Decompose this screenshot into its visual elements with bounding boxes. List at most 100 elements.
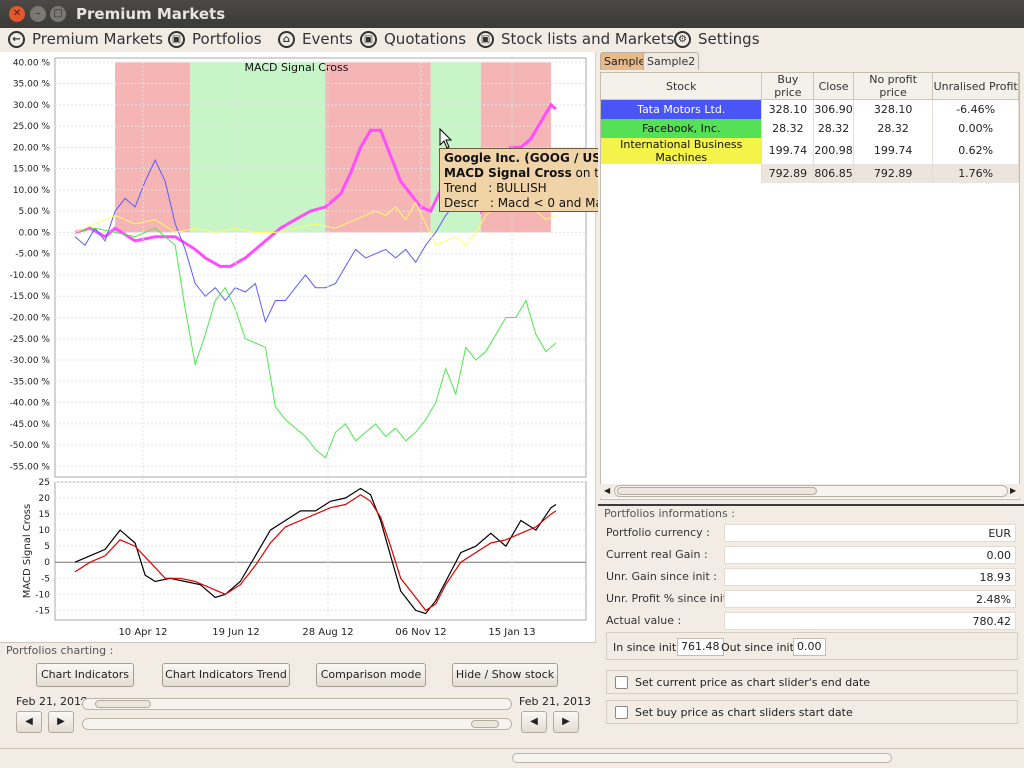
mouse-cursor-icon [439, 128, 453, 149]
comparison-mode-button[interactable]: Comparison mode ... [316, 663, 426, 703]
minimize-window-icon[interactable]: – [30, 6, 46, 22]
start-prev-button[interactable]: ◀ [16, 711, 42, 733]
y-tick-label: 35.00 % [13, 80, 51, 90]
start-date-slider[interactable] [82, 698, 512, 710]
settings-icon: ⚙ [674, 30, 691, 48]
close-window-icon[interactable]: ✕ [9, 6, 25, 22]
macd-y-tick-label: 10 [39, 526, 51, 536]
actual-value-label: Actual value : [606, 614, 682, 627]
currency-label: Portfolio currency : [606, 526, 710, 539]
col-close[interactable]: Close [813, 73, 854, 100]
table-row[interactable]: Facebook, Inc. 28.32 28.32 28.32 0.00% [601, 118, 1019, 138]
chart-indicators-button[interactable]: Chart Indicators ... [36, 663, 134, 703]
table-scroll-thumb[interactable] [617, 487, 817, 495]
maximize-window-icon[interactable]: □ [50, 6, 66, 22]
portfolio-info-panel: Portfolios informations : Portfolio curr… [598, 504, 1024, 748]
y-tick-label: -55.00 % [10, 462, 51, 472]
macd-y-tick-label: -5 [41, 574, 50, 584]
end-slider-thumb[interactable] [471, 720, 499, 728]
table-row[interactable]: 792.89 806.85 792.89 1.76% [601, 163, 1019, 183]
menu-portfolios[interactable]: ▣ Portfolios [168, 30, 262, 48]
stock-lists-icon: ▣ [477, 30, 494, 48]
tab-sample[interactable]: Sample [600, 52, 650, 70]
y-tick-label: -35.00 % [10, 377, 51, 387]
end-date-check-row[interactable]: Set current price as chart slider's end … [606, 670, 1018, 694]
menu-premium-markets[interactable]: ← Premium Markets [8, 30, 163, 48]
col-stock[interactable]: Stock [601, 73, 763, 100]
macd-y-tick-label: 15 [39, 510, 50, 520]
start-date-checkbox[interactable] [615, 706, 628, 719]
quotations-icon: ▣ [360, 30, 377, 48]
macd-y-axis-label: MACD Signal Cross [22, 504, 33, 598]
buy-price-cell: 328.10 [761, 99, 815, 119]
table-scroll-track[interactable] [614, 485, 1008, 497]
y-tick-label: -50.00 % [10, 441, 51, 451]
real-gain-label: Current real Gain : [606, 548, 708, 561]
chart-panel[interactable]: 40.00 % 35.00 % 30.00 % 25.00 % 20.00 % 15.00… [0, 52, 596, 642]
start-slider-thumb[interactable] [95, 700, 151, 708]
macd-y-tick-label: 0 [44, 558, 50, 568]
chart-title: MACD Signal Cross [245, 61, 349, 74]
no-profit-cell: 28.32 [853, 118, 934, 138]
macd-y-tick-label: -15 [35, 606, 50, 616]
macd-y-tick-label: 5 [44, 542, 50, 552]
menu-events[interactable]: ⌂ Events [278, 30, 353, 48]
x-tick-label: 06 Nov 12 [395, 627, 446, 638]
events-icon: ⌂ [278, 30, 295, 48]
in-since-value: 761.48 [677, 638, 724, 656]
status-scrollbar[interactable] [512, 753, 892, 763]
currency-value: EUR [724, 524, 1016, 542]
scroll-right-icon[interactable]: ▶ [1010, 486, 1016, 495]
y-tick-label: -30.00 % [10, 356, 51, 366]
y-tick-label: -40.00 % [10, 399, 51, 409]
back-arrow-icon: ← [8, 30, 25, 48]
end-date-label: Feb 21, 2013 [519, 695, 591, 708]
profit-cell: -6.46% [932, 99, 1019, 119]
macd-plot-area [54, 481, 587, 621]
scroll-left-icon[interactable]: ◀ [604, 486, 610, 495]
hide-show-stock-button[interactable]: Hide / Show stock ... [452, 663, 558, 703]
stock-cell: Facebook, Inc. [601, 118, 763, 138]
table-row[interactable]: International Business Machines 199.74 200… [601, 137, 1019, 164]
menu-bar: ← Premium Markets ▣ Portfolios ⌂ Events ▣ Qu… [0, 28, 1024, 52]
menu-stock-lists[interactable]: ▣ Stock lists and Markets [477, 30, 674, 48]
y-tick-label: 5.00 % [19, 207, 51, 217]
tab-sample2[interactable]: Sample2 [643, 52, 700, 70]
profit-cell: 0.00% [932, 118, 1019, 138]
end-date-checkbox[interactable] [615, 676, 628, 689]
end-next-button[interactable]: ▶ [553, 711, 579, 733]
menu-quotations[interactable]: ▣ Quotations [360, 30, 466, 48]
x-tick-label: 10 Apr 12 [118, 627, 167, 638]
tooltip-event-name: MACD Signal Cross [444, 166, 572, 180]
macd-y-tick-label: 25 [39, 478, 50, 488]
table-horizontal-scrollbar[interactable]: ◀ ▶ [600, 484, 1020, 498]
y-tick-label: 30.00 % [13, 101, 51, 111]
in-since-label: In since init : [613, 641, 684, 654]
chart-svg[interactable]: 40.00 % 35.00 % 30.00 % 25.00 % 20.00 % 15.00… [0, 52, 596, 642]
start-date-check-row[interactable]: Set buy price as chart sliders start dat… [606, 700, 1018, 724]
col-unrealised-profit[interactable]: Unralised Profit [932, 73, 1019, 100]
table-row[interactable]: Tata Motors Ltd. 328.10 306.90 328.10 -6.46% [601, 99, 1019, 119]
title-bar: ✕ – □ Premium Markets [0, 0, 1024, 28]
end-prev-button[interactable]: ◀ [521, 711, 547, 733]
menu-label: Portfolios [192, 30, 262, 48]
no-profit-cell: 199.74 [853, 137, 934, 164]
buy-price-cell: 792.89 [761, 163, 815, 183]
end-date-slider[interactable] [82, 718, 512, 730]
out-since-value: 0.00 [793, 638, 826, 656]
menu-settings[interactable]: ⚙ Settings [674, 30, 760, 48]
start-date-check-label: Set buy price as chart sliders start dat… [635, 706, 853, 719]
col-no-profit-price[interactable]: No profit price [853, 73, 934, 100]
portfolios-charting-panel: Portfolios charting : Chart Indicators .… [0, 642, 596, 748]
chart-indicators-trend-button[interactable]: Chart Indicators Trend ... [162, 663, 290, 703]
start-next-button[interactable]: ▶ [48, 711, 74, 733]
no-profit-cell: 328.10 [853, 99, 934, 119]
col-buy-price[interactable]: Buy price [761, 73, 815, 100]
y-tick-label: -45.00 % [10, 420, 51, 430]
x-tick-label: 15 Jan 13 [488, 627, 535, 638]
y-tick-label: 40.00 % [13, 58, 51, 68]
portfolio-table[interactable]: Stock Buy price Close No profit price Un… [600, 72, 1020, 500]
start-date-label: Feb 21, 2012 [16, 695, 88, 708]
status-bar [0, 748, 1024, 768]
y-tick-label: -10.00 % [10, 271, 51, 281]
